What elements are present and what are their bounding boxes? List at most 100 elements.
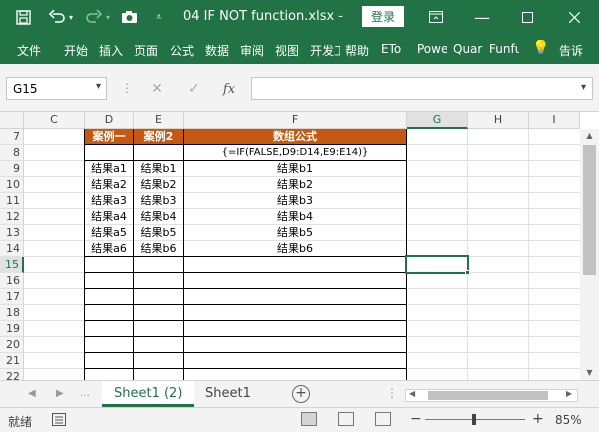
tab-developer[interactable]: 开发工 bbox=[310, 42, 340, 59]
column-header-d[interactable]: D bbox=[85, 112, 134, 129]
header-cell-array-formula[interactable]: 数组公式 bbox=[184, 129, 406, 145]
camera-icon[interactable] bbox=[121, 0, 138, 34]
page-break-view-icon[interactable] bbox=[375, 412, 391, 426]
tab-help[interactable]: 帮助 bbox=[345, 42, 369, 59]
scroll-down-icon[interactable]: ▼ bbox=[580, 366, 599, 380]
table-cell[interactable]: 结果b6 bbox=[184, 241, 406, 257]
page-layout-view-icon[interactable] bbox=[338, 412, 354, 426]
tab-home[interactable]: 开始 bbox=[64, 42, 88, 59]
table-cell[interactable]: 结果a1 bbox=[85, 161, 133, 177]
table-cell[interactable]: 结果b4 bbox=[134, 209, 183, 225]
row-header-21[interactable]: 21 bbox=[0, 353, 24, 369]
table-cell[interactable]: 结果b6 bbox=[134, 241, 183, 257]
scroll-up-icon[interactable]: ▲ bbox=[580, 129, 599, 143]
expand-formula-icon[interactable]: ▾ bbox=[581, 82, 586, 93]
column-header-c[interactable]: C bbox=[24, 112, 85, 129]
customize-qat-icon[interactable]: ⩡ bbox=[156, 0, 162, 34]
sheet-tab-sheet1[interactable]: Sheet1 bbox=[193, 381, 263, 407]
column-header-e[interactable]: E bbox=[134, 112, 184, 129]
vertical-scroll-thumb[interactable] bbox=[583, 145, 596, 275]
select-all-corner[interactable] bbox=[0, 112, 24, 129]
zoom-in-button[interactable]: + bbox=[532, 411, 544, 427]
scroll-right-icon[interactable]: ▶ bbox=[566, 389, 572, 398]
row-header-13[interactable]: 13 bbox=[0, 225, 24, 241]
column-header-g[interactable]: G bbox=[407, 112, 468, 129]
prev-sheet-icon[interactable]: ◀ bbox=[28, 388, 36, 399]
selected-cell-g15[interactable] bbox=[405, 255, 469, 274]
undo-icon[interactable] bbox=[49, 0, 65, 34]
worksheet-grid[interactable]: C D E F G H I 7 8 9 10 11 12 13 14 15 16… bbox=[0, 112, 599, 380]
tab-page-layout[interactable]: 页面 bbox=[134, 42, 164, 59]
table-cell[interactable]: 结果b2 bbox=[184, 177, 406, 193]
tab-more-icon[interactable]: … bbox=[80, 388, 90, 399]
row-header-9[interactable]: 9 bbox=[0, 161, 24, 177]
redo-icon[interactable] bbox=[86, 0, 102, 34]
next-sheet-icon[interactable]: ▶ bbox=[56, 388, 64, 399]
lightbulb-icon[interactable]: 💡 bbox=[532, 40, 549, 56]
row-header-22[interactable]: 22 bbox=[0, 369, 24, 380]
row-header-16[interactable]: 16 bbox=[0, 273, 24, 289]
close-icon[interactable] bbox=[569, 0, 580, 34]
normal-view-icon[interactable] bbox=[301, 412, 317, 426]
row-header-10[interactable]: 10 bbox=[0, 177, 24, 193]
zoom-out-button[interactable]: − bbox=[410, 411, 422, 427]
table-cell[interactable]: 结果b1 bbox=[184, 161, 406, 177]
tab-power[interactable]: Powe bbox=[417, 42, 447, 56]
fill-handle[interactable] bbox=[465, 270, 470, 275]
undo-dropdown-icon[interactable]: ▾ bbox=[69, 0, 73, 34]
table-cell[interactable]: 结果b3 bbox=[184, 193, 406, 209]
vertical-scrollbar[interactable]: ▲ ▼ bbox=[580, 129, 599, 380]
row-header-11[interactable]: 11 bbox=[0, 193, 24, 209]
tab-insert[interactable]: 插入 bbox=[99, 42, 123, 59]
sheet-tab-sheet1-2[interactable]: Sheet1 (2) bbox=[102, 381, 195, 407]
tab-file[interactable]: 文件 bbox=[17, 42, 41, 59]
table-cell[interactable]: 结果a2 bbox=[85, 177, 133, 193]
column-header-f[interactable]: F bbox=[184, 112, 407, 129]
row-header-20[interactable]: 20 bbox=[0, 337, 24, 353]
table-cell[interactable]: 结果b4 bbox=[184, 209, 406, 225]
tab-data[interactable]: 数据 bbox=[205, 42, 229, 59]
maximize-icon[interactable] bbox=[522, 0, 533, 34]
tab-view[interactable]: 视图 bbox=[275, 42, 299, 59]
row-header-7[interactable]: 7 bbox=[0, 129, 24, 145]
tab-review[interactable]: 审阅 bbox=[240, 42, 264, 59]
table-cell[interactable]: 结果b5 bbox=[134, 225, 183, 241]
row-header-17[interactable]: 17 bbox=[0, 289, 24, 305]
chevron-down-icon[interactable]: ▾ bbox=[96, 81, 101, 92]
table-cell[interactable]: 结果b5 bbox=[184, 225, 406, 241]
name-box[interactable]: G15 ▾ bbox=[6, 77, 107, 100]
horizontal-scrollbar[interactable]: ◀ ▶ bbox=[405, 389, 578, 402]
scroll-left-icon[interactable]: ◀ bbox=[409, 389, 415, 398]
header-cell-case2[interactable]: 案例2 bbox=[134, 129, 183, 145]
table-cell[interactable]: 结果b3 bbox=[134, 193, 183, 209]
table-cell[interactable]: 结果a3 bbox=[85, 193, 133, 209]
tab-formulas[interactable]: 公式 bbox=[170, 42, 194, 59]
row-header-14[interactable]: 14 bbox=[0, 241, 24, 257]
table-cell[interactable]: 结果a5 bbox=[85, 225, 133, 241]
tell-me-search[interactable]: 告诉 bbox=[559, 42, 587, 59]
login-button[interactable]: 登录 bbox=[362, 6, 404, 27]
minimize-icon[interactable]: — bbox=[474, 0, 490, 34]
formula-text-cell[interactable]: {=IF(FALSE,D9:D14,E9:E14)} bbox=[184, 145, 406, 161]
cancel-icon[interactable]: ✕ bbox=[142, 78, 172, 100]
column-header-i[interactable]: I bbox=[529, 112, 580, 129]
zoom-level[interactable]: 85% bbox=[555, 413, 582, 427]
row-header-12[interactable]: 12 bbox=[0, 209, 24, 225]
row-header-18[interactable]: 18 bbox=[0, 305, 24, 321]
tab-quant[interactable]: Quar bbox=[453, 42, 483, 56]
table-cell[interactable]: 结果a4 bbox=[85, 209, 133, 225]
header-cell-case1[interactable]: 案例一 bbox=[85, 129, 133, 145]
zoom-slider-knob[interactable] bbox=[472, 414, 476, 425]
column-header-h[interactable]: H bbox=[468, 112, 529, 129]
tab-funfun[interactable]: Funfu bbox=[489, 42, 519, 56]
tab-split-icon[interactable]: ⋮ bbox=[386, 386, 398, 400]
add-sheet-button[interactable]: + bbox=[292, 385, 310, 403]
table-cell[interactable]: 结果b1 bbox=[134, 161, 183, 177]
ribbon-display-icon[interactable] bbox=[429, 0, 443, 34]
enter-check-icon[interactable]: ✓ bbox=[179, 78, 209, 100]
insert-function-icon[interactable]: fx bbox=[214, 78, 244, 100]
row-header-15[interactable]: 15 bbox=[0, 257, 24, 273]
formula-input[interactable]: ▾ bbox=[251, 77, 593, 100]
table-cell[interactable]: 结果b2 bbox=[134, 177, 183, 193]
row-header-8[interactable]: 8 bbox=[0, 145, 24, 161]
